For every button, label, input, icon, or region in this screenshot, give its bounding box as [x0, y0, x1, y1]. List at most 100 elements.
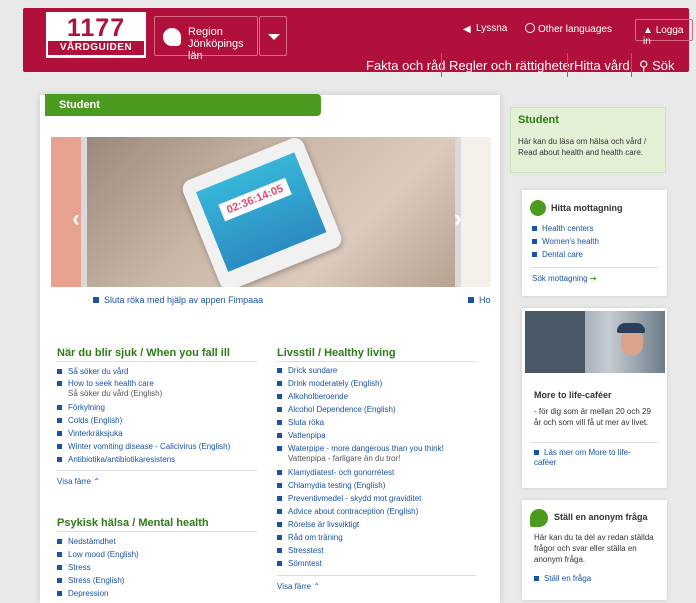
bullet-icon: [277, 470, 282, 475]
carousel-next-arrow[interactable]: ›: [454, 207, 468, 231]
bullet-icon: [57, 591, 62, 596]
bullet-icon: [57, 565, 62, 570]
bullet-icon: [57, 369, 62, 374]
bullet-icon: [57, 578, 62, 583]
link-life-8[interactable]: Chlamydia testing (English): [277, 481, 385, 491]
slide-image[interactable]: 02:36:14:05: [87, 137, 455, 287]
heading-mental: Psykisk hälsa / Mental health: [57, 517, 209, 529]
link-sick-5[interactable]: Winter vomiting disease - Calicivirus (E…: [57, 442, 230, 452]
divider: [57, 470, 257, 471]
chevron-down-icon: [268, 34, 280, 40]
bullet-icon: [57, 418, 62, 423]
heading-lifestyle: Livsstil / Healthy living: [277, 347, 396, 359]
app-timer: 02:36:14:05: [218, 177, 292, 222]
link-mental-3[interactable]: Stress (English): [57, 576, 124, 586]
bullet-icon: [57, 552, 62, 557]
link-mental-0[interactable]: Nedstämdhet: [57, 537, 116, 547]
bullet-icon: [277, 394, 282, 399]
site-header: 1177 VÅRDGUIDEN Region Jönköpings län ◀ Ly…: [23, 8, 693, 77]
logo-1177[interactable]: 1177 VÅRDGUIDEN: [46, 12, 146, 58]
cafe-photo[interactable]: [525, 311, 665, 373]
divider: [530, 442, 658, 443]
link-health-centers[interactable]: Health centers: [532, 224, 594, 234]
ask-title: Ställ en anonym fråga: [554, 512, 648, 522]
link-life-6[interactable]: Waterpipe - more dangerous than you thin…: [277, 444, 444, 454]
bullet-icon: [277, 561, 282, 566]
link-life-7[interactable]: Klamydiatest- och gonorrétest: [277, 468, 394, 478]
divider: [57, 361, 257, 362]
link-sick-2[interactable]: Förkylning: [57, 403, 105, 413]
divider: [57, 531, 257, 532]
link-life-9[interactable]: Preventivmedel - skydd mot graviditet: [277, 494, 421, 504]
link-mental-2[interactable]: Stress: [57, 563, 91, 573]
link-note-sick[interactable]: Så söker du vård (English): [68, 389, 162, 399]
bullet-icon: [277, 368, 282, 373]
ask-question-card: Ställ en anonym fråga Här kan du ta del …: [522, 500, 667, 600]
link-sick-6[interactable]: Antibiotika/antibiotikaresistens: [57, 455, 175, 465]
divider: [277, 361, 477, 362]
bullet-icon: [468, 297, 474, 303]
link-life-1[interactable]: Drink moderately (English): [277, 379, 382, 389]
bullet-icon: [277, 433, 282, 438]
other-languages-link[interactable]: Other languages: [525, 23, 612, 36]
nav-sok[interactable]: ⚲ Sök: [639, 59, 675, 73]
hospital-icon: [530, 200, 546, 216]
region-dropdown-button[interactable]: [259, 16, 287, 56]
nav-regler[interactable]: Regler och rättigheter: [449, 59, 574, 73]
search-clinic-link[interactable]: Sök mottagning ➔: [532, 274, 597, 284]
listen-link[interactable]: ◀ Lyssna: [463, 23, 507, 35]
chevron-up-icon: ⌃: [93, 477, 101, 486]
link-mental-1[interactable]: Low mood (English): [57, 550, 139, 560]
bullet-icon: [532, 239, 537, 244]
carousel-caption[interactable]: Sluta röka med hjälp av appen Fimpaaa: [93, 295, 263, 305]
bullet-icon: [277, 522, 282, 527]
chat-bubble-icon: [530, 509, 548, 527]
bullet-icon: [93, 297, 99, 303]
bullet-icon: [534, 576, 539, 581]
bullet-icon: [277, 483, 282, 488]
link-sick-4[interactable]: Vinterkräksjuka: [57, 429, 123, 439]
link-life-14[interactable]: Sömntest: [277, 559, 322, 569]
section-title: Student: [45, 94, 321, 116]
ask-question-link[interactable]: Ställ en fråga: [534, 574, 591, 584]
link-sick-0[interactable]: Så söker du vård: [57, 367, 128, 377]
link-life-10[interactable]: Advice about contraception (English): [277, 507, 418, 517]
nav-hitta-vard[interactable]: Hitta vård: [574, 59, 630, 73]
link-life-11[interactable]: Rörelse är livsviktigt: [277, 520, 359, 530]
region-selector[interactable]: Region Jönköpings län: [154, 16, 258, 62]
link-life-2[interactable]: Alkoholberoende: [277, 392, 348, 402]
find-clinic-title: Hitta mottagning: [551, 203, 623, 213]
find-clinic-card: Hitta mottagning Health centers Women's …: [522, 190, 667, 296]
globe-icon: [525, 23, 535, 33]
link-life-13[interactable]: Stresstest: [277, 546, 324, 556]
main-content: Student 02:36:14:05 ‹ › Sluta röka med h…: [40, 94, 500, 603]
carousel-caption-next[interactable]: Ho: [468, 295, 491, 305]
link-dental-care[interactable]: Dental care: [532, 250, 583, 260]
link-note-waterpipe[interactable]: Vattenpipa - farligare än du tror!: [288, 454, 400, 464]
link-life-5[interactable]: Vattenpipa: [277, 431, 326, 441]
link-mental-4[interactable]: Depression: [57, 589, 108, 599]
link-life-0[interactable]: Drick sundare: [277, 366, 337, 376]
logo-subtitle: VÅRDGUIDEN: [48, 41, 144, 55]
bullet-icon: [57, 431, 62, 436]
bullet-icon: [57, 405, 62, 410]
cafe-card: More to life-caféer - för dig som är mel…: [522, 308, 667, 488]
link-sick-3[interactable]: Colds (English): [57, 416, 122, 426]
nav-fakta[interactable]: Fakta och råd: [366, 59, 446, 73]
image-carousel[interactable]: 02:36:14:05: [51, 137, 491, 287]
link-womens-health[interactable]: Women's health: [532, 237, 599, 247]
search-icon: ⚲: [639, 58, 653, 73]
link-sick-1[interactable]: How to seek health care: [57, 379, 154, 389]
login-button[interactable]: ▲ Logga in: [635, 19, 693, 47]
nav-divider: [441, 53, 442, 77]
carousel-prev-arrow[interactable]: ‹: [72, 207, 86, 231]
logo-number: 1177: [66, 14, 126, 42]
cafe-read-more-link[interactable]: Läs mer om More to life-caféer: [534, 448, 652, 468]
show-less-sick[interactable]: Visa färre ⌃: [57, 477, 100, 487]
bullet-icon: [532, 226, 537, 231]
link-life-3[interactable]: Alcohol Dependence (English): [277, 405, 396, 415]
show-less-lifestyle[interactable]: Visa färre ⌃: [277, 582, 320, 592]
link-life-12[interactable]: Råd om träning: [277, 533, 343, 543]
nav-divider: [567, 53, 568, 77]
link-life-4[interactable]: Sluta röka: [277, 418, 324, 428]
